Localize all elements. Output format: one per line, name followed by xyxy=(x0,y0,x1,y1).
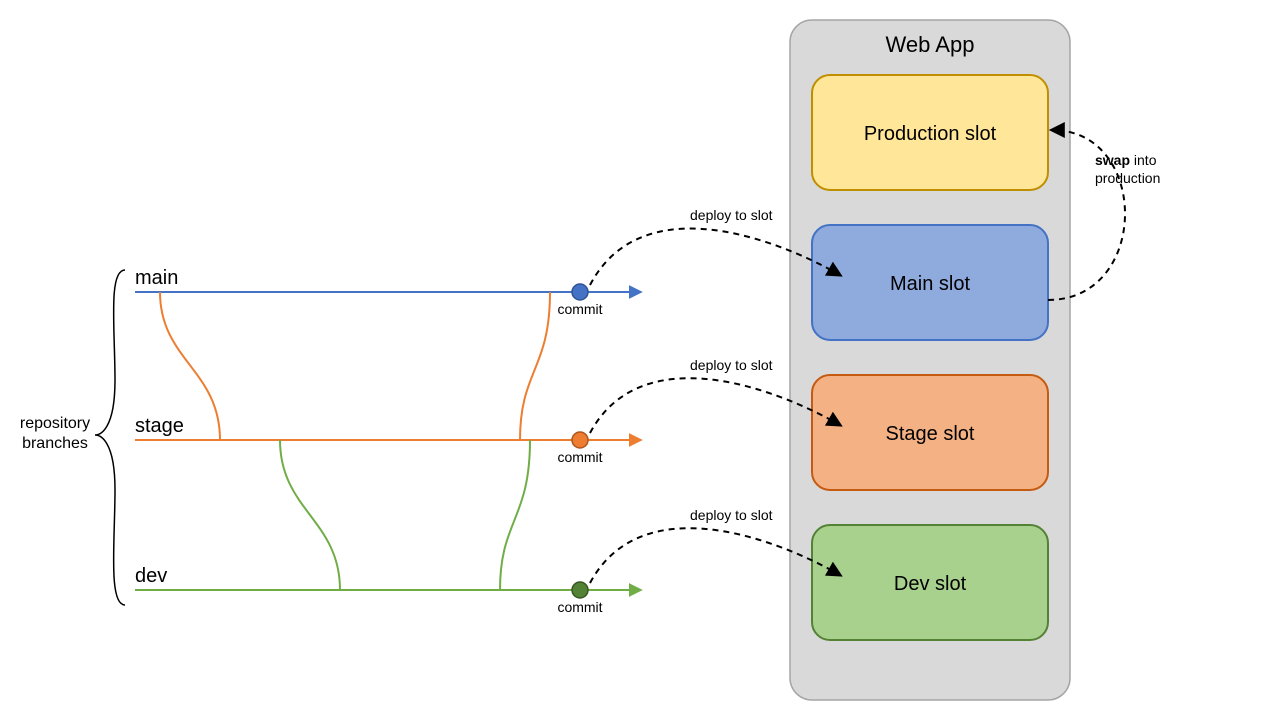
branch-main-label: main xyxy=(135,267,178,289)
branch-stage: stage commit deploy to slot xyxy=(135,357,840,465)
deploy-label-dev: deploy to slot xyxy=(690,507,773,523)
commit-label-stage: commit xyxy=(557,449,602,465)
repo-label-2: branches xyxy=(22,435,88,452)
branch-dev: dev commit deploy to slot xyxy=(135,507,840,615)
commit-label-main: commit xyxy=(557,301,602,317)
swap-label-line1: swap into xyxy=(1095,152,1157,168)
slot-stage-label: Stage slot xyxy=(886,423,975,445)
slot-dev: Dev slot xyxy=(812,525,1048,640)
merge-curve-stage-dev xyxy=(280,440,530,590)
repository-brace: repository branches xyxy=(20,270,125,605)
deploy-label-main: deploy to slot xyxy=(690,207,773,223)
commit-dot-main xyxy=(572,284,588,300)
branch-stage-label: stage xyxy=(135,415,184,437)
repo-label-1: repository xyxy=(20,415,90,432)
merge-curve-main-stage xyxy=(160,292,550,440)
swap-label-line2: production xyxy=(1095,170,1160,186)
branch-dev-label: dev xyxy=(135,565,167,587)
commit-dot-dev xyxy=(572,582,588,598)
slot-production-label: Production slot xyxy=(864,123,997,145)
deploy-label-stage: deploy to slot xyxy=(690,357,773,373)
slot-production: Production slot xyxy=(812,75,1048,190)
webapp-title: Web App xyxy=(886,32,975,57)
branch-main: main commit deploy to slot xyxy=(135,207,840,317)
commit-dot-stage xyxy=(572,432,588,448)
slot-stage: Stage slot xyxy=(812,375,1048,490)
commit-label-dev: commit xyxy=(557,599,602,615)
slot-dev-label: Dev slot xyxy=(894,573,967,595)
slot-main: Main slot xyxy=(812,225,1048,340)
diagram-canvas: Web App Production slot Main slot Stage … xyxy=(0,0,1280,720)
slot-main-label: Main slot xyxy=(890,273,970,295)
